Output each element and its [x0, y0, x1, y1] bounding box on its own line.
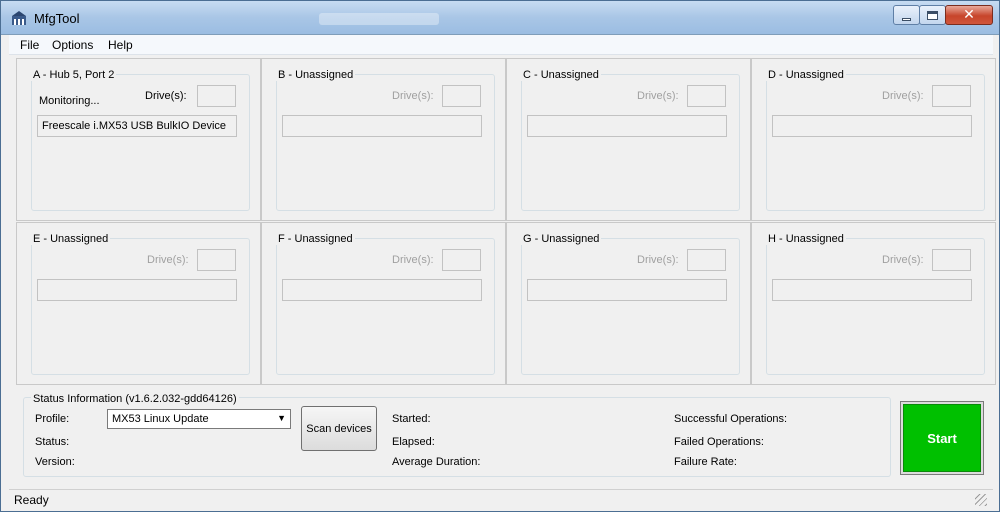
panel-a-title: A - Hub 5, Port 2 — [31, 69, 117, 81]
panel-f-title: F - Unassigned — [276, 233, 355, 245]
panel-a: A - Hub 5, Port 2 Monitoring... Drive(s)… — [16, 58, 261, 221]
panel-g-drives-box — [687, 249, 726, 271]
panel-h: H - Unassigned Drive(s): — [751, 222, 996, 385]
profile-label: Profile: — [35, 413, 70, 425]
panel-e-drives-box — [197, 249, 236, 271]
client-area: A - Hub 5, Port 2 Monitoring... Drive(s)… — [9, 56, 996, 489]
panel-h-drives-box — [932, 249, 971, 271]
maximize-icon — [927, 10, 938, 20]
panel-f-drives-label: Drive(s): — [392, 254, 434, 266]
panel-f: F - Unassigned Drive(s): — [261, 222, 506, 385]
scan-devices-button[interactable]: Scan devices — [301, 406, 377, 451]
profile-select[interactable]: MX53 Linux Update ▼ — [107, 409, 291, 429]
panel-d: D - Unassigned Drive(s): — [751, 58, 996, 221]
panel-a-status: Monitoring... — [39, 95, 100, 107]
title-bar[interactable]: MfgTool ✕ — [1, 1, 999, 35]
resize-grip-icon[interactable] — [975, 494, 987, 506]
mfgtool-window: MfgTool ✕ File Options Help A - Hub 5, P… — [0, 0, 1000, 512]
minimize-icon — [902, 17, 911, 21]
status-bar: Ready — [9, 489, 993, 509]
panel-g-device — [527, 279, 727, 301]
panel-g-drives-label: Drive(s): — [637, 254, 679, 266]
started-label: Started: — [392, 413, 431, 425]
panel-g-title: G - Unassigned — [521, 233, 602, 245]
panel-e-title: E - Unassigned — [31, 233, 111, 245]
menu-bar: File Options Help — [9, 35, 993, 55]
menu-options[interactable]: Options — [52, 38, 93, 52]
panel-c-drives-label: Drive(s): — [637, 90, 679, 102]
panel-d-drives-label: Drive(s): — [882, 90, 924, 102]
dropdown-arrow-icon: ▼ — [277, 413, 286, 423]
panel-c-drives-box — [687, 85, 726, 107]
panel-b-title: B - Unassigned — [276, 69, 356, 81]
panel-b: B - Unassigned Drive(s): — [261, 58, 506, 221]
close-icon: ✕ — [963, 7, 975, 23]
panel-d-drives-box — [932, 85, 971, 107]
elapsed-label: Elapsed: — [392, 436, 435, 448]
start-button[interactable]: Start — [903, 404, 981, 472]
status-bar-text: Ready — [14, 493, 49, 507]
panel-h-drives-label: Drive(s): — [882, 254, 924, 266]
panel-d-title: D - Unassigned — [766, 69, 846, 81]
panel-c-title: C - Unassigned — [521, 69, 601, 81]
menu-file[interactable]: File — [20, 38, 39, 52]
panel-b-drives-label: Drive(s): — [392, 90, 434, 102]
average-duration-label: Average Duration: — [392, 456, 481, 468]
profile-value: MX53 Linux Update — [112, 413, 209, 425]
panel-d-device — [772, 115, 972, 137]
panel-f-device — [282, 279, 482, 301]
version-label: Version: — [35, 456, 75, 468]
panel-e: E - Unassigned Drive(s): — [16, 222, 261, 385]
window-title: MfgTool — [34, 11, 80, 26]
panel-a-device: Freescale i.MX53 USB BulkIO Device — [37, 115, 237, 137]
panel-c: C - Unassigned Drive(s): — [506, 58, 751, 221]
panel-b-device — [282, 115, 482, 137]
panel-a-drives-label: Drive(s): — [145, 90, 187, 102]
panel-e-drives-label: Drive(s): — [147, 254, 189, 266]
panel-c-device — [527, 115, 727, 137]
panel-h-device — [772, 279, 972, 301]
maximize-button[interactable] — [919, 5, 946, 25]
title-ghost — [319, 13, 439, 25]
failed-operations-label: Failed Operations: — [674, 436, 764, 448]
panel-f-drives-box — [442, 249, 481, 271]
status-title: Status Information (v1.6.2.032-gdd64126) — [31, 393, 239, 405]
status-label: Status: — [35, 436, 70, 448]
panel-a-drives-box — [197, 85, 236, 107]
close-button[interactable]: ✕ — [945, 5, 993, 25]
menu-help[interactable]: Help — [108, 38, 133, 52]
app-icon — [12, 11, 26, 25]
panel-h-title: H - Unassigned — [766, 233, 846, 245]
failure-rate-label: Failure Rate: — [674, 456, 737, 468]
successful-operations-label: Successful Operations: — [674, 413, 788, 425]
minimize-button[interactable] — [893, 5, 920, 25]
panel-e-device — [37, 279, 237, 301]
panel-g: G - Unassigned Drive(s): — [506, 222, 751, 385]
panel-b-drives-box — [442, 85, 481, 107]
